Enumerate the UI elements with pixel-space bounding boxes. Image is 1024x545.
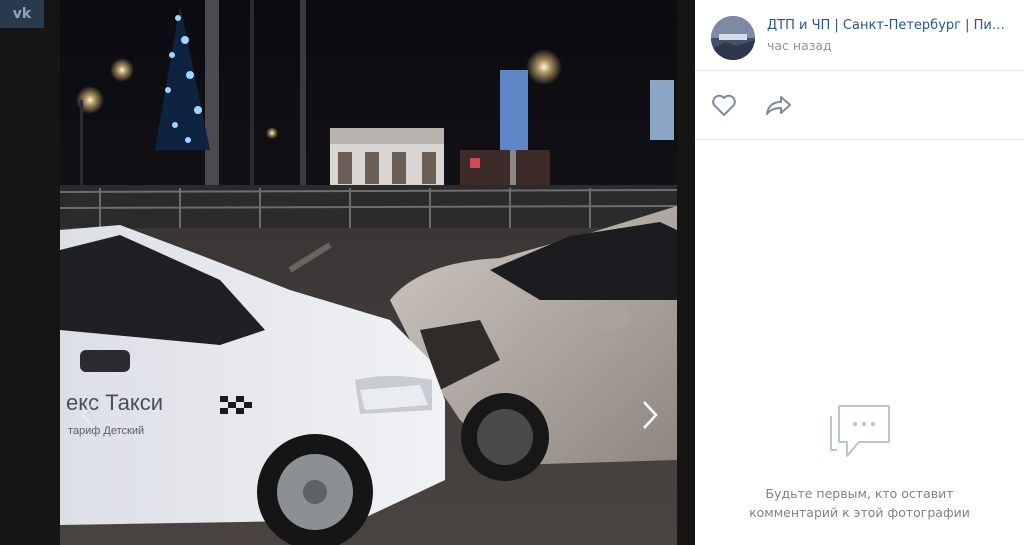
next-photo-button[interactable] <box>626 380 674 450</box>
comments-empty-state: Будьте первым, кто оставит комментарий к… <box>695 400 1024 522</box>
share-arrow-icon <box>766 96 791 115</box>
side-panel: ДТП и ЧП | Санкт-Петербург | Питер Онлай… <box>695 0 1024 545</box>
group-name-link[interactable]: ДТП и ЧП | Санкт-Петербург | Питер Онлай… <box>767 18 1012 33</box>
empty-line-1: Будьте первым, кто оставит <box>765 486 954 501</box>
avatar-image <box>711 16 755 60</box>
heart-icon <box>712 94 736 116</box>
comment-bubble-icon <box>829 405 890 457</box>
empty-line-2: комментарий к этой фотографии <box>749 505 970 520</box>
vk-logo: vk <box>0 0 44 28</box>
post-actions <box>695 71 1024 140</box>
previous-photo-button[interactable] <box>64 380 112 450</box>
comments-empty-text: Будьте первым, кто оставит комментарий к… <box>695 484 1024 522</box>
post-timestamp[interactable]: час назад <box>767 38 832 53</box>
photo-view[interactable]: екс Такси тариф Детский <box>60 0 677 545</box>
chevron-right-icon <box>643 401 658 429</box>
chevron-left-icon <box>80 401 95 429</box>
like-button[interactable] <box>711 93 737 117</box>
accident-photo: екс Такси тариф Детский <box>60 0 677 545</box>
group-avatar[interactable] <box>711 16 755 60</box>
post-header: ДТП и ЧП | Санкт-Петербург | Питер Онлай… <box>695 0 1024 71</box>
share-button[interactable] <box>765 93 793 117</box>
